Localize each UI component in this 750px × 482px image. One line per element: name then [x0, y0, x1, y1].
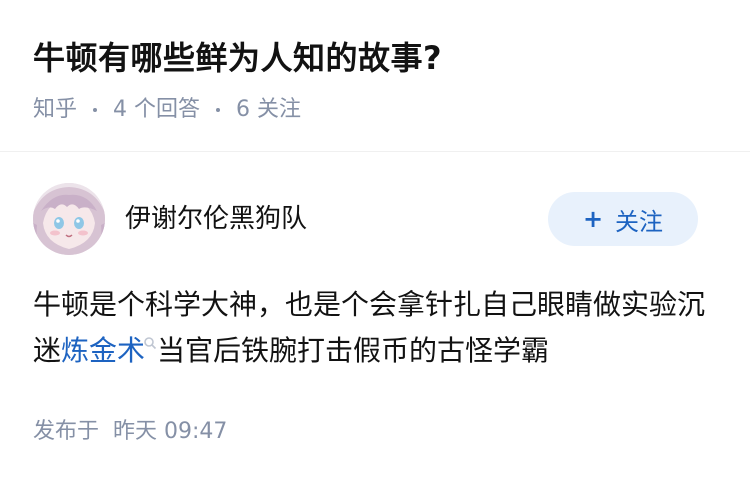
- question-title[interactable]: 牛顿有哪些鲜为人知的故事?: [33, 36, 442, 80]
- question-header: 牛顿有哪些鲜为人知的故事? 知乎 4 个回答 6 关注: [0, 0, 750, 152]
- answer-text-end: 当官后铁腕打击假币的古怪学霸: [157, 334, 550, 367]
- source-label[interactable]: 知乎: [33, 94, 77, 126]
- plus-icon: +: [582, 205, 604, 233]
- follow-label: 关注: [615, 207, 664, 236]
- follower-count[interactable]: 6 关注: [236, 94, 301, 126]
- follow-button[interactable]: + 关注: [548, 192, 698, 246]
- question-meta: 知乎 4 个回答 6 关注: [33, 94, 301, 126]
- search-icon[interactable]: [143, 336, 157, 350]
- separator-dot: [93, 108, 98, 112]
- alchemy-link[interactable]: 炼金术: [61, 334, 145, 367]
- separator-dot: [216, 108, 221, 112]
- post-meta: 发布于 昨天 09:47: [33, 416, 227, 448]
- author-row: 伊谢尔伦黑狗队 + 关注: [33, 183, 717, 255]
- answer-excerpt[interactable]: 牛顿是个科学大神，也是个会拿针扎自己眼睛做实验沉迷炼金术 当官后铁腕打击假币的古怪…: [33, 282, 723, 374]
- posted-time: 昨天 09:47: [113, 419, 228, 444]
- answer-count[interactable]: 4 个回答: [113, 94, 200, 126]
- posted-label: 发布于: [33, 419, 100, 444]
- anime-avatar-icon[interactable]: [33, 183, 105, 255]
- author-name[interactable]: 伊谢尔伦黑狗队: [125, 201, 307, 237]
